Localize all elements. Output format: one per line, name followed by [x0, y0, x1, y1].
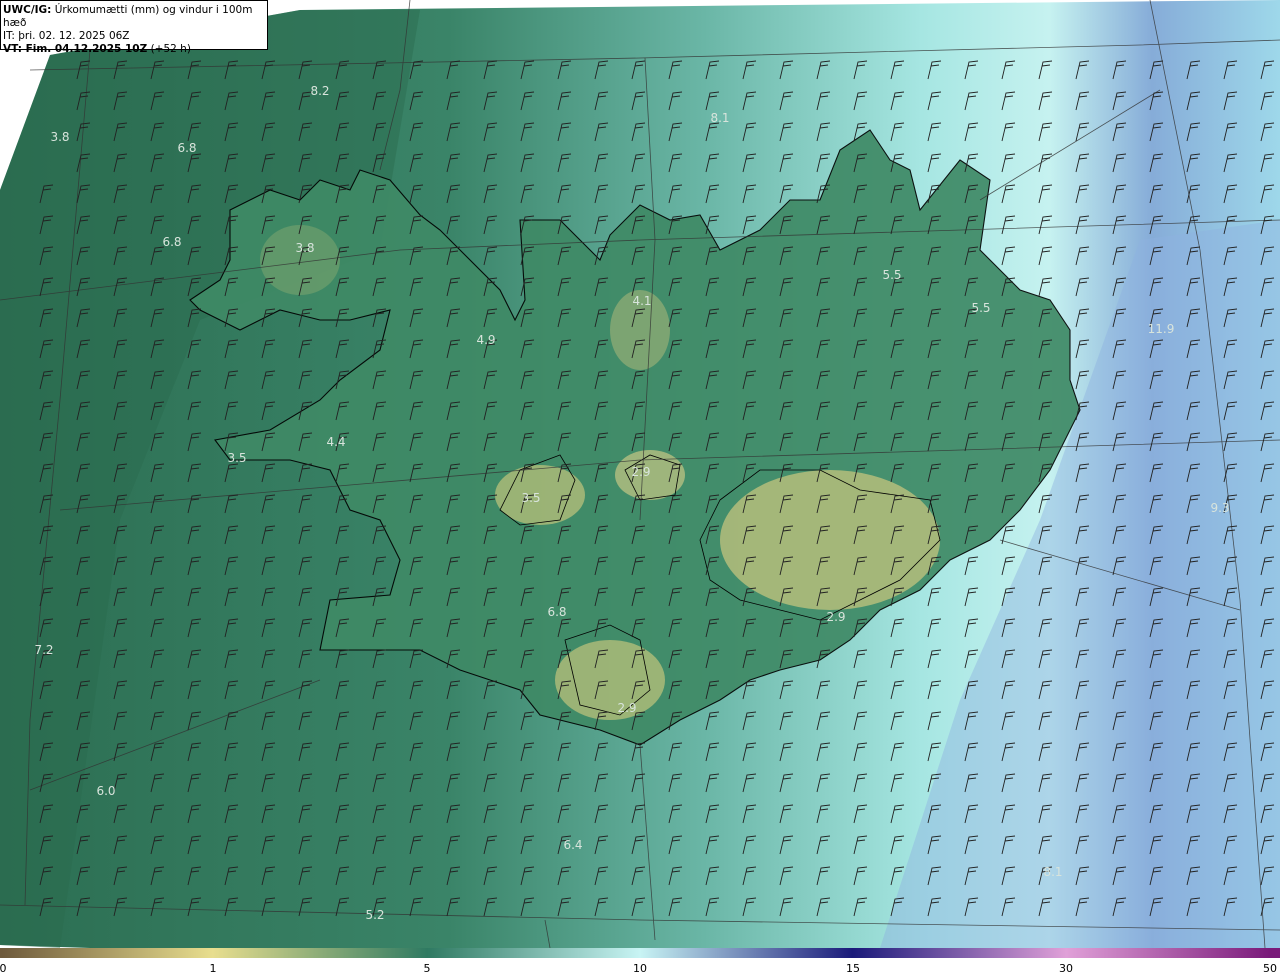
- vatnajokull-area: [720, 470, 940, 610]
- precipitation-map: 8.2 3.8 6.8 6.8 3.8 4.9 4.1 5.5 5.5 11.9 4.4 3.5 3.5…: [0, 0, 1280, 948]
- myrdalsjokull-area: [555, 640, 665, 720]
- precip-value-label: 4.4: [326, 435, 345, 449]
- precip-value-label: 8.2: [310, 84, 329, 98]
- precip-value-label: 6.0: [96, 784, 115, 798]
- precip-value-label: 2.9: [617, 701, 636, 715]
- precip-value-label: 2.9: [631, 465, 650, 479]
- precip-value-label: 6.8: [162, 235, 181, 249]
- valid-time-line: VT: Fim. 04.12.2025 10Z (+52 h): [3, 43, 191, 55]
- precip-value-label: 6.4: [563, 838, 582, 852]
- precip-value-label: 6.8: [177, 141, 196, 155]
- colorbar-legend: 0 1 5 10 15 30 50: [0, 948, 1280, 978]
- map-info-box: UWC/IG: Úrkomumætti (mm) og vindur i 100…: [0, 0, 268, 55]
- precip-value-label: 3.8: [50, 130, 69, 144]
- precip-value-label: 4.9: [476, 333, 495, 347]
- colorbar-tick-label: 15: [846, 962, 860, 975]
- precip-value-label: 5.5: [882, 268, 901, 282]
- colorbar-tick-label: 30: [1059, 962, 1073, 975]
- precip-value-label: 11.9: [1148, 322, 1175, 336]
- precip-value-label: 7.2: [34, 643, 53, 657]
- precip-value-label: 4.1: [632, 294, 651, 308]
- colorbar-tick-label: 50: [1263, 962, 1277, 975]
- precip-value-label: 3.5: [227, 451, 246, 465]
- colorbar-tick-label: 0: [0, 962, 7, 975]
- init-time-line: IT: þri. 02. 12. 2025 06Z: [3, 30, 130, 42]
- title-line: UWC/IG: Úrkomumætti (mm) og vindur i 100…: [3, 4, 253, 29]
- precip-value-label: 5.2: [365, 908, 384, 922]
- precip-value-label: 8.1: [1043, 865, 1062, 879]
- colorbar-tick-label: 5: [423, 962, 431, 975]
- precip-value-label: 2.9: [826, 610, 845, 624]
- colorbar-tick-label: 10: [633, 962, 647, 975]
- precip-value-label: 6.8: [547, 605, 566, 619]
- colorbar-tick-label: 1: [209, 962, 217, 975]
- precip-value-label: 5.5: [971, 301, 990, 315]
- precip-value-label: 3.8: [295, 241, 314, 255]
- precip-value-label: 9.3: [1210, 501, 1229, 515]
- colorbar-strip: [0, 948, 1280, 958]
- precip-value-label: 8.1: [710, 111, 729, 125]
- precip-value-label: 3.5: [521, 491, 540, 505]
